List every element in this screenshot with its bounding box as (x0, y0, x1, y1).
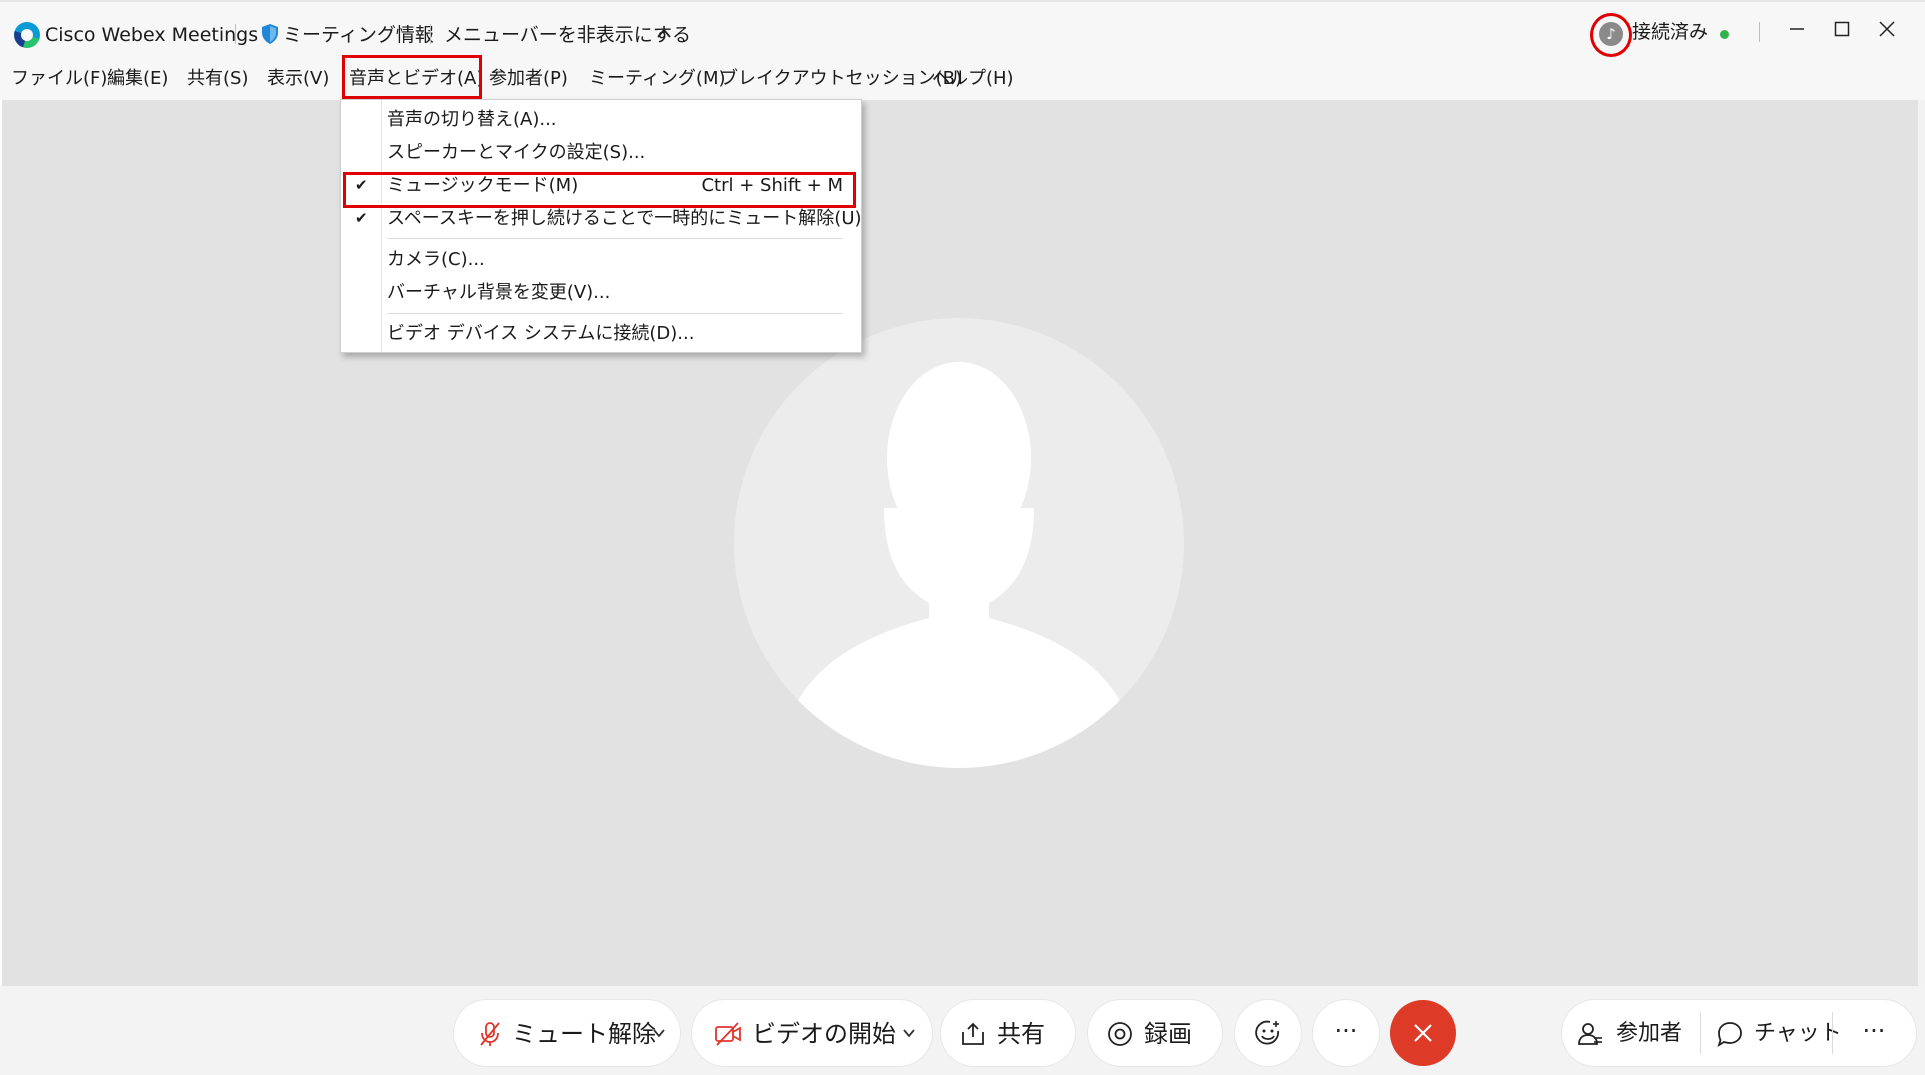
music-mode-highlight-box (343, 172, 856, 208)
menu-item-speaker-mic-settings[interactable]: スピーカーとマイクの設定(S)... (387, 140, 645, 166)
share-label: 共有 (997, 1020, 1045, 1048)
end-call-button[interactable] (1390, 1000, 1456, 1066)
close-icon[interactable] (1867, 16, 1907, 46)
menu-item-virtual-background[interactable]: バーチャル背景を変更(V)... (387, 280, 610, 306)
menu-item-connect-video-device[interactable]: ビデオ デバイス システムに接続(D)... (387, 321, 694, 347)
record-button[interactable]: 録画 (1088, 1000, 1222, 1066)
checkmark-icon: ✔ (355, 209, 368, 227)
chevron-down-icon[interactable] (652, 1026, 666, 1040)
participants-label[interactable]: 参加者 (1616, 1020, 1682, 1048)
menu-highlight-box (342, 55, 482, 99)
more-icon: ··· (1334, 1017, 1358, 1045)
title-bar: Cisco Webex Meetings ミーティング情報 メニューバーを非表示… (0, 0, 1925, 60)
hide-menubar-button[interactable]: メニューバーを非表示にする (444, 22, 691, 48)
chat-icon[interactable] (1716, 1020, 1744, 1048)
end-call-icon (1414, 1024, 1432, 1042)
avatar (734, 318, 1184, 768)
menu-gutter (381, 100, 382, 352)
connection-status: 接続済み (1632, 21, 1709, 43)
record-label: 録画 (1144, 1020, 1192, 1048)
video-stage (2, 100, 1918, 986)
menu-file[interactable]: ファイル(F) (11, 66, 107, 92)
menu-share[interactable]: 共有(S) (187, 66, 248, 92)
share-icon (962, 1022, 984, 1045)
start-video-button[interactable]: ビデオの開始 (692, 1000, 932, 1066)
toggle-separator (1700, 1012, 1701, 1054)
menu-participants[interactable]: 参加者(P) (489, 66, 568, 92)
more-icon[interactable]: ··· (1846, 1017, 1902, 1045)
menu-separator (387, 238, 843, 239)
menu-bar: ファイル(F) 編集(E) 共有(S) 表示(V) 音声とビデオ(A) 参加者(… (0, 58, 1925, 100)
menu-help[interactable]: ヘルプ(H) (932, 66, 1014, 92)
chevron-up-icon[interactable] (656, 26, 672, 40)
menu-item-camera[interactable]: カメラ(C)... (387, 247, 485, 273)
microphone-muted-icon (480, 1022, 500, 1046)
reaction-button[interactable] (1235, 1000, 1301, 1066)
more-options-button[interactable]: ··· (1313, 1000, 1379, 1066)
title-separator (235, 24, 236, 44)
title-separator (1759, 22, 1760, 42)
chevron-down-icon[interactable] (902, 1026, 916, 1040)
webex-logo-icon (14, 22, 40, 48)
menu-view[interactable]: 表示(V) (267, 66, 329, 92)
toggle-separator (1832, 1012, 1833, 1054)
app-title: Cisco Webex Meetings (45, 24, 259, 46)
minimize-icon[interactable] (1777, 16, 1817, 46)
audio-video-dropdown: 音声の切り替え(A)... スピーカーとマイクの設定(S)... ✔ ミュージッ… (340, 99, 862, 353)
unmute-label: ミュート解除 (512, 1020, 656, 1048)
record-icon (1108, 1022, 1132, 1046)
menu-meeting[interactable]: ミーティング(M) (589, 66, 726, 92)
window-edge (1918, 100, 1925, 1075)
title-separator (430, 24, 431, 44)
share-button[interactable]: 共有 (941, 1000, 1075, 1066)
unmute-button[interactable]: ミュート解除 (454, 1000, 680, 1066)
panel-toggle-group: 参加者 チャット ··· (1562, 1000, 1916, 1066)
menu-breakout[interactable]: ブレイクアウトセッション(B) (720, 66, 962, 92)
user-silhouette-icon (794, 362, 1124, 768)
menu-edit[interactable]: 編集(E) (107, 66, 168, 92)
maximize-icon[interactable] (1822, 16, 1862, 46)
menu-item-switch-audio[interactable]: 音声の切り替え(A)... (387, 107, 557, 133)
menu-separator (387, 313, 843, 314)
meeting-info-link[interactable]: ミーティング情報 (283, 22, 434, 48)
shield-icon (262, 24, 278, 44)
menu-item-spacebar-unmute[interactable]: スペースキーを押し続けることで一時的にミュート解除(U) (387, 206, 862, 232)
participants-icon[interactable] (1576, 1020, 1604, 1048)
chat-label[interactable]: チャット (1754, 1020, 1842, 1048)
video-off-icon (715, 1022, 741, 1046)
reaction-icon (1255, 1020, 1279, 1045)
start-video-label: ビデオの開始 (752, 1020, 896, 1048)
status-dot (1720, 30, 1729, 39)
music-icon[interactable]: ♪ (1599, 22, 1623, 46)
